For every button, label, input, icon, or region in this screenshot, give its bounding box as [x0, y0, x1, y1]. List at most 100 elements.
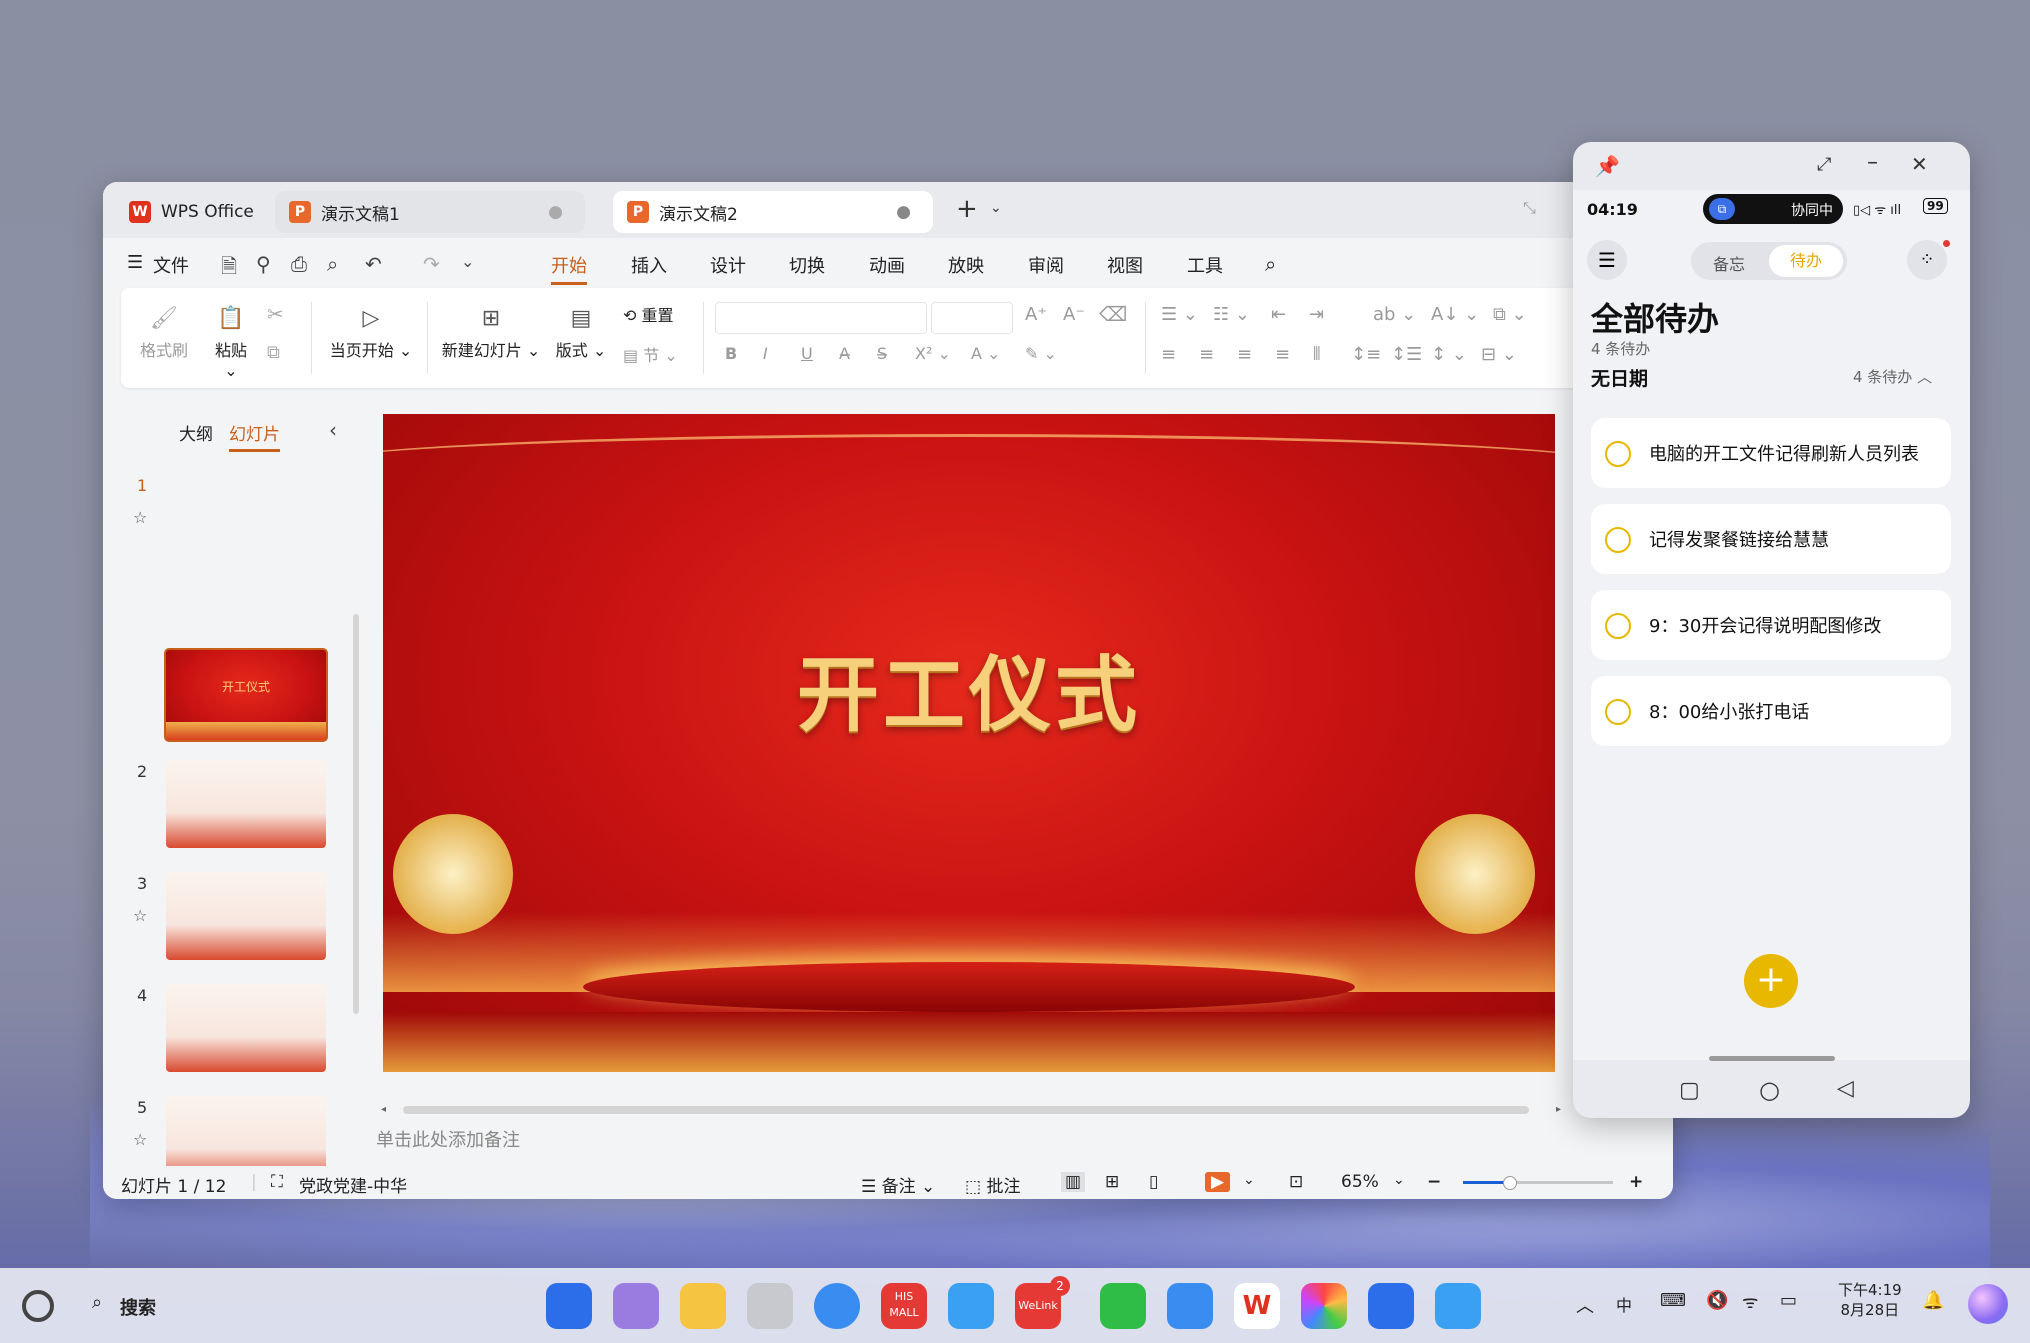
recycle-bin-icon[interactable] [747, 1283, 793, 1329]
menu-tab-home[interactable]: 开始 [551, 252, 587, 285]
tab-slides[interactable]: 幻灯片 [229, 420, 280, 452]
new-slide-button[interactable]: ⊞ 新建幻灯片 ⌄ [439, 306, 543, 361]
wifi-icon[interactable]: ᯤ [1742, 1290, 1758, 1314]
bullets-icon[interactable]: ☰ ⌄ [1161, 304, 1198, 325]
star-icon[interactable]: ☆ [133, 1130, 147, 1149]
outdent-icon[interactable]: ⇤ [1271, 304, 1286, 325]
menu-tab-view[interactable]: 视图 [1107, 252, 1143, 278]
text-direction-icon[interactable]: ab ⌄ [1373, 304, 1416, 325]
scroll-left-icon[interactable]: ◂ [381, 1104, 386, 1115]
menu-file[interactable]: 文件 [153, 252, 189, 278]
thumbnail-slide-1-box[interactable]: 开工仪式 [164, 648, 328, 742]
multi-screen-icon[interactable] [1368, 1283, 1414, 1329]
close-icon[interactable]: ✕ [1911, 152, 1928, 176]
fit-window-icon[interactable]: ⊡ [1289, 1172, 1303, 1192]
todo-item[interactable]: 8：00给小张打电话 [1591, 676, 1951, 746]
menu-tab-review[interactable]: 审阅 [1028, 252, 1064, 278]
font-family-select[interactable] [715, 302, 927, 334]
add-todo-button[interactable]: + [1744, 954, 1798, 1008]
share-icon[interactable]: ⚲ [256, 252, 271, 276]
align-left-icon[interactable]: ≡ [1161, 344, 1176, 365]
zoom-slider-handle[interactable] [1503, 1176, 1517, 1190]
assistant-icon[interactable] [1968, 1284, 2008, 1324]
app-launcher-icon[interactable] [546, 1283, 592, 1329]
home-icon[interactable]: ○ [1759, 1076, 1780, 1104]
reset-button[interactable]: ⟲ 重置 [623, 302, 674, 326]
checkbox-circle[interactable] [1605, 527, 1631, 553]
menu-tab-design[interactable]: 设计 [710, 252, 746, 278]
search-icon[interactable]: ⌕ [92, 1292, 102, 1313]
shadow-icon[interactable]: S̶ [877, 344, 887, 363]
phone-icon[interactable] [1100, 1283, 1146, 1329]
menu-icon[interactable]: ☰ [1587, 240, 1627, 280]
justify-icon[interactable]: ≡ [1275, 344, 1290, 365]
huawei-mall-icon[interactable]: HIS MALL [881, 1283, 927, 1329]
format-brush-button[interactable]: 🖌 格式刷 [139, 306, 189, 361]
tray-chevron-up-icon[interactable]: ︿ [1576, 1292, 1594, 1318]
messages-icon[interactable] [1167, 1283, 1213, 1329]
sort-icon[interactable]: A↓ ⌄ [1431, 304, 1479, 325]
align-right-icon[interactable]: ≡ [1237, 344, 1252, 365]
tab-outline[interactable]: 大纲 [179, 420, 213, 445]
segment-memo[interactable]: 备忘 [1713, 251, 1745, 275]
scroll-thumb[interactable] [403, 1106, 1529, 1114]
highlight-icon[interactable]: ✎ ⌄ [1025, 344, 1057, 363]
copy-icon[interactable]: ⧉ [267, 342, 280, 363]
notes-toggle[interactable]: ☰ 备注 ⌄ [861, 1172, 935, 1197]
new-tab-plus-icon[interactable]: + [956, 194, 978, 224]
print-icon[interactable]: ⎙ [291, 252, 307, 276]
zoom-slider[interactable] [1463, 1176, 1613, 1190]
theme-name[interactable]: 党政党建-中华 [299, 1172, 407, 1197]
chevron-down-icon[interactable]: ⌄ [1243, 1172, 1255, 1188]
thumbnail-slide-3[interactable] [166, 872, 326, 960]
numbering-icon[interactable]: ☷ ⌄ [1213, 304, 1250, 325]
restore-icon[interactable]: ⤡ [1523, 198, 1536, 218]
collapse-chevron-icon[interactable]: ‹ [329, 418, 337, 442]
menu-tab-animation[interactable]: 动画 [869, 252, 905, 278]
slide-canvas[interactable]: 开工仪式 [383, 414, 1555, 1072]
menu-tab-insert[interactable]: 插入 [631, 252, 667, 278]
todo-item[interactable]: 电脑的开工文件记得刷新人员列表 [1591, 418, 1951, 488]
tab-wps-office[interactable]: W WPS Office [115, 191, 267, 233]
mail-icon[interactable] [948, 1283, 994, 1329]
italic-icon[interactable]: I [763, 344, 768, 363]
slide-title[interactable]: 开工仪式 [383, 628, 1555, 747]
from-current-button[interactable]: ▷ 当页开始 ⌄ [326, 306, 416, 361]
collab-pill[interactable]: ⧉ 协同中 [1703, 194, 1843, 224]
chevron-down-icon[interactable]: ⌄ [1393, 1172, 1405, 1188]
font-size-select[interactable] [931, 302, 1013, 334]
menu-tab-slideshow[interactable]: 放映 [948, 252, 984, 278]
back-icon[interactable]: ◁ [1837, 1076, 1854, 1101]
minimize-icon[interactable]: – [1867, 150, 1878, 175]
files-icon[interactable] [680, 1283, 726, 1329]
sorter-view-icon[interactable]: ⊞ [1105, 1172, 1119, 1192]
multitask-icon[interactable] [613, 1283, 659, 1329]
text-box-icon[interactable]: ⊟ ⌄ [1481, 344, 1517, 365]
para-spacing-icon[interactable]: ↕☰ [1391, 344, 1422, 365]
bell-icon[interactable]: 🔔 [1922, 1290, 1944, 1311]
save-icon[interactable]: 🗎 [221, 252, 237, 286]
notes-placeholder[interactable]: 单击此处添加备注 [376, 1126, 520, 1152]
print-preview-icon[interactable]: ⌕ [327, 252, 338, 276]
tab-doc1[interactable]: P 演示文稿1 ● [275, 191, 585, 233]
underline-icon[interactable]: U [801, 344, 813, 363]
segment-todo[interactable]: 待办 [1769, 245, 1843, 277]
zoom-in-icon[interactable]: + [1629, 1172, 1643, 1192]
more-chevron-icon[interactable]: ⌄ [461, 252, 474, 271]
line-spacing-icon[interactable]: ↕≡ [1351, 344, 1381, 365]
cloud-icon[interactable] [1435, 1283, 1481, 1329]
wps-icon[interactable]: W [1234, 1283, 1280, 1329]
checkbox-circle[interactable] [1605, 613, 1631, 639]
start-button[interactable] [22, 1290, 54, 1322]
scroll-right-icon[interactable]: ▸ [1556, 1104, 1561, 1115]
clock[interactable]: 下午4:19 8月28日 [1838, 1280, 1902, 1320]
play-slideshow-icon[interactable]: ▶ [1205, 1172, 1231, 1192]
shrink-font-icon[interactable]: A⁻ [1063, 304, 1085, 325]
thumb-scrollbar[interactable] [353, 614, 359, 1014]
distribute-icon[interactable]: ⫴ [1313, 344, 1321, 365]
comments-toggle[interactable]: ⬚ 批注 [965, 1172, 1020, 1197]
align-center-icon[interactable]: ≡ [1199, 344, 1214, 365]
shape-icon[interactable]: ⧉ ⌄ [1493, 304, 1527, 325]
chevron-down-icon[interactable]: ⌄ [990, 200, 1002, 216]
font-color-icon[interactable]: A ⌄ [971, 344, 1000, 363]
